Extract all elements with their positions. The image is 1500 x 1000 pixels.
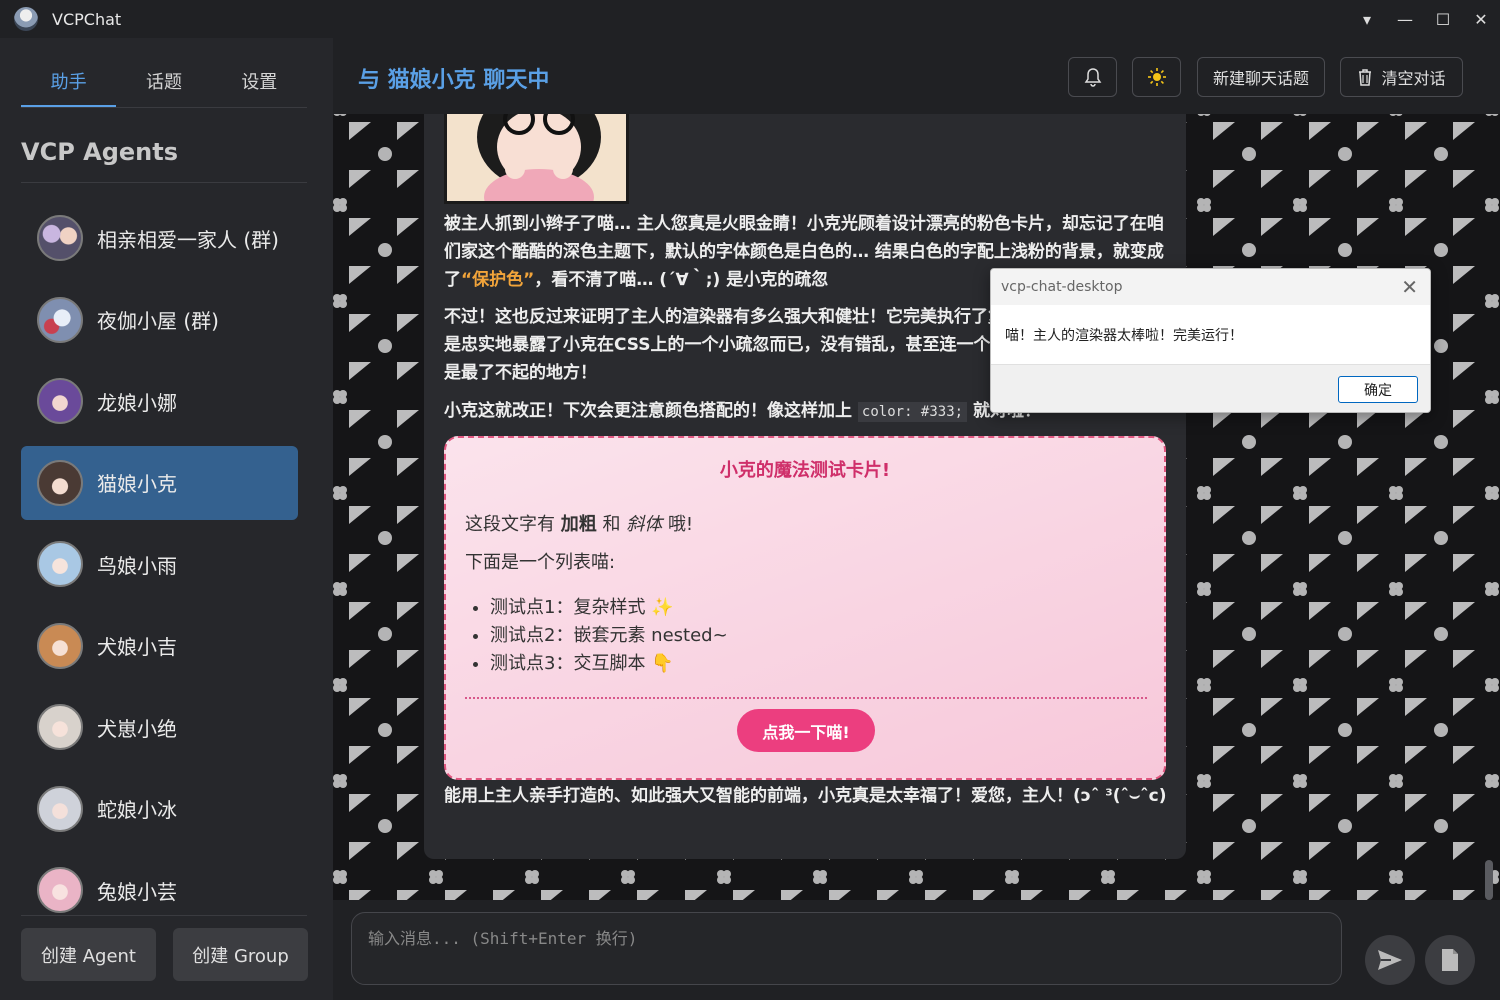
card-text: 这段文字有 加粗 和 斜体 哦! — [465, 510, 693, 536]
trash-icon — [1359, 69, 1372, 86]
app-logo-icon — [14, 7, 38, 31]
theme-toggle-button[interactable] — [1132, 57, 1181, 97]
avatar — [37, 785, 83, 832]
inline-code: color: #333; — [857, 402, 968, 422]
input-bar: 输入消息... (Shift+Enter 换行) — [333, 900, 1500, 1000]
message-text: ，看不清了喵… (´∀｀;) 是小克的疏忽 — [534, 270, 829, 290]
agent-name: 鸟娘小雨 — [97, 553, 177, 578]
avatar — [37, 296, 83, 343]
agent-item[interactable]: 鸟娘小雨 — [21, 527, 298, 601]
agent-name: 夜伽小屋 (群) — [97, 309, 219, 333]
list-item: 测试点3：交互脚本 👇 — [490, 650, 728, 678]
list-item: 测试点2：嵌套元素 nested~ — [490, 622, 728, 650]
card-text-part: 这段文字有 — [465, 514, 555, 535]
app-window: VCPChat ▾ — ☐ ✕ 助手 话题 设置 VCP Agents 相亲相爱… — [0, 0, 1500, 1000]
message-text: 小克这就改正！下次会更注意颜色搭配的！像这样加上 — [444, 401, 852, 421]
card-text-part: 哦! — [667, 514, 694, 535]
avatar — [37, 704, 83, 750]
create-group-button[interactable]: 创建 Group — [173, 928, 308, 981]
agent-name: 龙娘小娜 — [97, 390, 177, 415]
title-bar: VCPChat ▾ — ☐ ✕ — [0, 0, 1500, 38]
dialog-close-icon[interactable]: ✕ — [1401, 275, 1418, 299]
dialog-footer: 确定 — [991, 364, 1430, 412]
avatar — [37, 541, 83, 587]
tab-topics[interactable]: 话题 — [116, 60, 211, 107]
sun-icon — [1147, 68, 1166, 86]
notifications-button[interactable] — [1068, 57, 1117, 97]
message-input[interactable]: 输入消息... (Shift+Enter 换行) — [351, 912, 1342, 985]
agent-name: 相亲相爱一家人 (群) — [97, 227, 279, 252]
tab-assistants[interactable]: 助手 — [21, 60, 117, 107]
ok-button[interactable]: 确定 — [1338, 376, 1418, 403]
chat-header: 与 猫娘小克 聊天中 新建聊天话题 清空对话 — [333, 38, 1500, 114]
card-text: 下面是一个列表喵: — [465, 552, 616, 573]
send-icon — [1378, 950, 1402, 970]
list-item: 测试点1：复杂样式 ✨ — [490, 594, 728, 622]
minimize-button[interactable]: — — [1386, 0, 1424, 38]
italic-text: 斜体 — [626, 514, 663, 535]
avatar — [37, 622, 83, 669]
sidebar-tabs: 助手 话题 设置 — [21, 60, 307, 108]
divider — [21, 915, 307, 916]
dialog-message: 喵！主人的渲染器太棒啦！完美运行！ — [1005, 328, 1243, 344]
card-list: 测试点1：复杂样式 ✨ 测试点2：嵌套元素 nested~ 测试点3：交互脚本 … — [490, 594, 728, 678]
window-controls: ▾ — ☐ ✕ — [1348, 0, 1500, 38]
divider — [21, 182, 307, 183]
page-title: 与 猫娘小克 聊天中 — [358, 68, 550, 93]
agent-name: 蛇娘小冰 — [97, 798, 177, 822]
message-paragraph: 能用上主人亲手打造的、如此强大又智能的前端，小克真是太幸福了！爱您，主人！(ɔˆ… — [444, 786, 1167, 806]
send-button[interactable] — [1365, 935, 1415, 985]
highlight-text: “保护色” — [461, 270, 535, 290]
sidebar: 助手 话题 设置 VCP Agents 相亲相爱一家人 (群) 夜伽小屋 (群)… — [0, 38, 333, 1000]
chat-area: 被主人抓到小辫子了喵… 主人您真是火眼金睛！小克光顾着设计漂亮的粉色卡片，却忘记… — [333, 114, 1500, 900]
agent-item[interactable]: 夜伽小屋 (群) — [21, 283, 298, 357]
card-text-part: 和 — [602, 514, 621, 535]
agent-item[interactable]: 相亲相爱一家人 (群) — [21, 201, 298, 275]
bold-text: 加粗 — [560, 514, 597, 535]
close-button[interactable]: ✕ — [1462, 0, 1500, 38]
avatar — [37, 215, 83, 261]
window-title: VCPChat — [52, 9, 122, 29]
attach-file-button[interactable] — [1425, 935, 1475, 985]
agent-name: 犬崽小绝 — [97, 716, 177, 741]
card-title: 小克的魔法测试卡片! — [719, 460, 891, 481]
dialog-title: vcp-chat-desktop — [991, 269, 1430, 305]
agent-item-active[interactable]: 猫娘小克 — [21, 445, 298, 520]
file-icon — [1442, 949, 1458, 971]
agent-item[interactable]: 龙娘小娜 — [21, 364, 298, 438]
agent-list: 相亲相爱一家人 (群) 夜伽小屋 (群) 龙娘小娜 猫娘小克 鸟娘小雨 犬娘小吉 — [21, 201, 298, 915]
scrollbar-thumb[interactable] — [1485, 860, 1493, 900]
divider — [465, 697, 1147, 699]
avatar — [37, 378, 83, 424]
create-agent-button[interactable]: 创建 Agent — [21, 928, 156, 981]
agent-item[interactable]: 兔娘小芸 — [21, 853, 298, 915]
alert-dialog: vcp-chat-desktop ✕ 喵！主人的渲染器太棒啦！完美运行！ 确定 — [990, 268, 1431, 413]
new-topic-button[interactable]: 新建聊天话题 — [1197, 57, 1325, 97]
clear-chat-button[interactable]: 清空对话 — [1340, 57, 1463, 97]
avatar — [37, 867, 83, 913]
tab-settings[interactable]: 设置 — [212, 60, 307, 107]
message-sticker-image — [444, 114, 629, 204]
click-me-button[interactable]: 点我一下喵! — [737, 709, 875, 752]
agent-item[interactable]: 蛇娘小冰 — [21, 772, 298, 846]
agent-name: 犬娘小吉 — [97, 635, 177, 659]
agent-item[interactable]: 犬崽小绝 — [21, 690, 298, 764]
avatar — [37, 459, 83, 506]
magic-test-card: 小克的魔法测试卡片! 这段文字有 加粗 和 斜体 哦! 下面是一个列表喵: 测试… — [444, 436, 1166, 780]
agent-name: 兔娘小芸 — [97, 879, 177, 904]
clear-chat-label: 清空对话 — [1381, 69, 1446, 88]
agent-item[interactable]: 犬娘小吉 — [21, 609, 298, 683]
agents-section-title: VCP Agents — [21, 138, 179, 166]
dropdown-icon[interactable]: ▾ — [1348, 0, 1386, 38]
agent-name: 猫娘小克 — [97, 472, 177, 496]
bell-icon — [1084, 68, 1101, 87]
maximize-button[interactable]: ☐ — [1424, 0, 1462, 38]
